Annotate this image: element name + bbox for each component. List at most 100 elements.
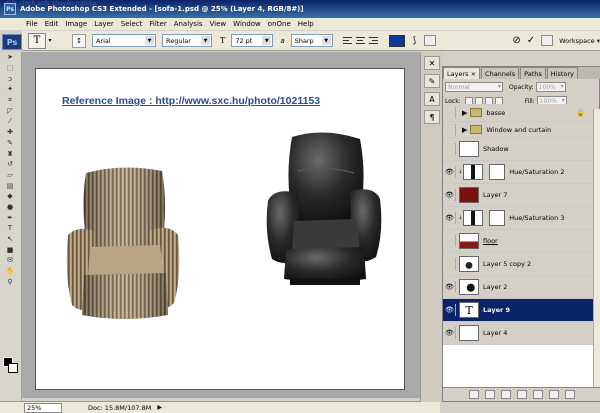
new-group-icon[interactable] — [533, 390, 543, 399]
text-color-swatch[interactable] — [388, 34, 405, 47]
history-brush-tool-icon[interactable]: ↺ — [0, 159, 20, 170]
menu-help[interactable]: Help — [298, 20, 314, 28]
layer-row-layer-7[interactable]: 👁 Layer 7 — [443, 184, 593, 207]
shape-tool-icon[interactable]: ■ — [0, 244, 20, 255]
background-color[interactable] — [8, 363, 18, 373]
menu-select[interactable]: Select — [121, 20, 143, 28]
tab-channels[interactable]: Channels — [481, 67, 520, 79]
blur-tool-icon[interactable]: ◆ — [0, 191, 20, 202]
menu-view[interactable]: View — [210, 20, 227, 28]
align-center-icon[interactable] — [355, 35, 366, 46]
dodge-tool-icon[interactable]: ● — [0, 202, 20, 213]
menu-edit[interactable]: Edit — [45, 20, 59, 28]
layer-row-shadow[interactable]: Shadow — [443, 138, 593, 161]
healing-brush-tool-icon[interactable]: ✚ — [0, 127, 20, 138]
marquee-tool-icon[interactable]: ⬚ — [0, 63, 20, 74]
tools-panel-icon[interactable]: ✕ — [424, 56, 440, 70]
menu-analysis[interactable]: Analysis — [174, 20, 203, 28]
pen-tool-icon[interactable]: ✒ — [0, 212, 20, 223]
eyedropper-tool-icon[interactable]: ⁄ — [0, 116, 20, 127]
magic-wand-tool-icon[interactable]: ✦ — [0, 84, 20, 95]
notes-tool-icon[interactable]: ✉ — [0, 255, 20, 266]
align-right-icon[interactable] — [368, 35, 379, 46]
zoom-tool-icon[interactable]: ⚲ — [0, 276, 20, 287]
text-orientation-icon[interactable]: ↕ — [72, 33, 86, 48]
gradient-tool-icon[interactable]: ▤ — [0, 180, 20, 191]
crop-tool-icon[interactable]: ⌗ — [0, 95, 20, 106]
menu-filter[interactable]: Filter — [149, 20, 166, 28]
eye-icon[interactable]: 👁 — [444, 327, 456, 339]
visibility-toggle-icon[interactable] — [444, 143, 456, 155]
layer-row-floor[interactable]: floor — [443, 230, 593, 253]
move-tool-icon[interactable]: ➤ — [0, 52, 20, 63]
link-layers-icon[interactable] — [469, 390, 479, 399]
layer-row-layer-4[interactable]: 👁 Layer 4 — [443, 322, 593, 345]
brush-panel-icon[interactable]: ✎ — [424, 74, 440, 88]
zoom-level-field[interactable]: 25% — [24, 402, 62, 413]
cancel-edits-icon[interactable]: ⊘ — [512, 35, 520, 46]
eye-icon[interactable]: 👁 — [444, 281, 456, 293]
eye-icon[interactable]: 👁 — [444, 304, 456, 316]
layer-row-layer-5-copy-2[interactable]: Layer 5 copy 2 — [443, 253, 593, 276]
tab-paths[interactable]: Paths — [520, 67, 546, 79]
align-left-icon[interactable] — [342, 35, 353, 46]
reference-image-text[interactable]: Reference Image : http://www.sxc.hu/phot… — [62, 95, 320, 107]
layer-row-hue-saturation-2[interactable]: 👁 ↓ Hue/Saturation 2 — [443, 161, 593, 184]
eye-icon[interactable]: 👁 — [444, 212, 456, 224]
paragraph-panel-icon[interactable]: ¶ — [424, 110, 440, 124]
visibility-toggle-icon[interactable] — [444, 258, 456, 270]
type-tool-preset-icon[interactable]: T — [28, 32, 46, 49]
add-mask-icon[interactable] — [501, 390, 511, 399]
chevron-down-icon[interactable]: ▾ — [46, 37, 54, 44]
layer-name: floor — [483, 237, 498, 245]
layers-scrollbar[interactable] — [593, 109, 600, 387]
opacity-field[interactable]: 100% — [535, 82, 566, 92]
menu-file[interactable]: File — [26, 20, 38, 28]
expand-arrow-icon[interactable]: ▶ — [462, 126, 467, 134]
slice-tool-icon[interactable]: ◸ — [0, 105, 20, 116]
menu-layer[interactable]: Layer — [94, 20, 114, 28]
photoshop-logo[interactable]: Ps — [2, 34, 22, 50]
workspace-menu[interactable]: Workspace — [559, 37, 600, 45]
palettes-toggle-icon[interactable] — [424, 35, 437, 46]
delete-layer-icon[interactable] — [565, 390, 575, 399]
eraser-tool-icon[interactable]: ▱ — [0, 170, 20, 181]
expand-arrow-icon[interactable]: ▶ — [462, 109, 467, 117]
color-swatches[interactable] — [3, 357, 19, 375]
brush-tool-icon[interactable]: ✎ — [0, 138, 20, 149]
antialias-select[interactable]: Sharp — [290, 34, 333, 47]
font-family-select[interactable]: Arial — [92, 34, 156, 47]
document-canvas[interactable]: Reference Image : http://www.sxc.hu/phot… — [35, 68, 405, 390]
lasso-tool-icon[interactable]: ↄ — [0, 73, 20, 84]
blend-mode-select[interactable]: Normal — [445, 82, 503, 92]
path-selection-tool-icon[interactable]: ↖ — [0, 234, 20, 245]
new-adjustment-icon[interactable] — [517, 390, 527, 399]
layer-row-hue-saturation-3[interactable]: 👁 ↓ Hue/Saturation 3 — [443, 207, 593, 230]
commit-edits-icon[interactable]: ✓ — [527, 35, 535, 46]
menu-image[interactable]: Image — [65, 20, 87, 28]
status-menu-arrow-icon[interactable]: ▶ — [157, 404, 162, 411]
layer-style-icon[interactable] — [485, 390, 495, 399]
eye-icon[interactable]: 👁 — [444, 166, 456, 178]
panel-toggle-icon[interactable] — [541, 35, 554, 46]
hand-tool-icon[interactable]: ✋ — [0, 266, 20, 277]
menu-onone[interactable]: onOne — [268, 20, 291, 28]
layer-row-basse[interactable]: ▶ basse 🔒 — [443, 104, 593, 122]
warp-text-icon[interactable]: ⟆ — [413, 36, 417, 46]
menu-window[interactable]: Window — [233, 20, 261, 28]
type-tool-icon[interactable]: T — [0, 223, 20, 234]
character-panel-icon[interactable]: A — [424, 92, 440, 106]
layer-row-layer-9[interactable]: 👁 T Layer 9 — [443, 299, 593, 322]
font-style-select[interactable]: Regular — [162, 34, 212, 47]
visibility-toggle-icon[interactable] — [444, 106, 456, 119]
tab-layers[interactable]: Layers × — [443, 67, 481, 79]
eye-icon[interactable]: 👁 — [444, 189, 456, 201]
tab-history[interactable]: History — [546, 67, 578, 79]
new-layer-icon[interactable] — [549, 390, 559, 399]
visibility-toggle-icon[interactable] — [444, 235, 456, 247]
font-size-select[interactable]: 72 pt — [231, 34, 274, 47]
visibility-toggle-icon[interactable] — [444, 123, 456, 136]
layer-row-window-and-curtain[interactable]: ▶ Window and curtain — [443, 122, 593, 138]
clone-stamp-tool-icon[interactable]: ♜ — [0, 148, 20, 159]
layer-row-layer-2[interactable]: 👁 Layer 2 — [443, 276, 593, 299]
